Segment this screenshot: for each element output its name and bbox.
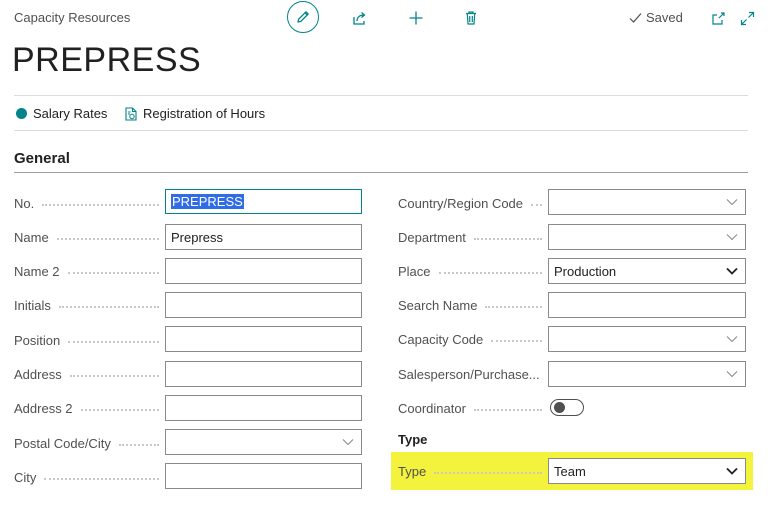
address-input[interactable]	[165, 361, 362, 387]
name-input[interactable]: Prepress	[165, 224, 362, 250]
plus-icon	[409, 11, 423, 25]
country-region-code-input[interactable]	[548, 189, 746, 215]
chevron-down-icon[interactable]	[342, 438, 354, 446]
no-value: PREPRESS	[171, 194, 244, 209]
type-select[interactable]: Team	[548, 458, 746, 484]
place-value: Production	[554, 263, 617, 279]
chevron-down-icon[interactable]	[726, 335, 738, 343]
coordinator-label: Coordinator	[398, 396, 548, 420]
capacity-code-input[interactable]	[548, 326, 746, 352]
address2-label: Address 2	[14, 396, 165, 420]
open-new-window-icon	[711, 11, 725, 25]
divider	[14, 130, 748, 131]
place-select[interactable]: Production	[548, 258, 746, 284]
department-input[interactable]	[548, 224, 746, 250]
trash-icon	[466, 11, 476, 25]
name-value: Prepress	[171, 229, 224, 245]
type-value: Team	[554, 463, 586, 479]
type-group-heading: Type	[398, 432, 428, 447]
salesperson-purchaser-label: Salesperson/Purchase...	[398, 366, 540, 382]
chevron-down-icon[interactable]	[726, 198, 738, 206]
toggle-knob	[554, 402, 565, 413]
registration-of-hours-label: Registration of Hours	[143, 106, 266, 121]
city-label: City	[14, 465, 165, 489]
coordinator-toggle[interactable]	[550, 399, 584, 416]
open-new-window-button[interactable]	[703, 4, 733, 32]
capacity-code-label: Capacity Code	[398, 327, 548, 351]
pencil-icon	[297, 11, 309, 23]
no-label: No.	[14, 191, 165, 215]
department-label: Department	[398, 225, 548, 249]
page-title: PREPRESS	[12, 41, 202, 79]
checkmark-icon	[629, 12, 642, 23]
save-status: Saved	[629, 10, 683, 25]
new-button[interactable]	[401, 4, 431, 32]
document-icon	[125, 106, 137, 121]
postal-code-city-input[interactable]	[165, 429, 362, 455]
initials-input[interactable]	[165, 292, 362, 318]
share-button[interactable]	[345, 4, 375, 32]
address2-input[interactable]	[165, 395, 362, 421]
delete-button[interactable]	[456, 4, 486, 32]
chevron-down-icon[interactable]	[726, 267, 738, 275]
chevron-down-icon[interactable]	[726, 233, 738, 241]
salary-rates-label: Salary Rates	[33, 106, 108, 121]
expand-icon	[740, 11, 754, 25]
postal-code-city-label: Postal Code/City	[14, 431, 165, 455]
saved-label: Saved	[646, 10, 683, 25]
search-name-input[interactable]	[548, 292, 746, 318]
country-region-code-label: Country/Region Code	[398, 191, 548, 215]
expand-button[interactable]	[732, 4, 762, 32]
chevron-down-icon[interactable]	[726, 467, 738, 475]
dot-icon	[16, 108, 27, 119]
breadcrumb[interactable]: Capacity Resources	[14, 10, 130, 25]
position-input[interactable]	[165, 326, 362, 352]
place-label: Place	[398, 259, 548, 283]
search-name-label: Search Name	[398, 293, 548, 317]
divider	[14, 95, 748, 96]
no-input[interactable]: PREPRESS	[165, 189, 362, 214]
edit-button[interactable]	[287, 1, 319, 33]
name2-input[interactable]	[165, 258, 362, 284]
section-general-title[interactable]: General	[14, 150, 70, 167]
initials-label: Initials	[14, 293, 165, 317]
registration-of-hours-action[interactable]: Registration of Hours	[125, 106, 265, 121]
salesperson-purchaser-input[interactable]	[548, 361, 746, 387]
chevron-down-icon[interactable]	[726, 370, 738, 378]
salary-rates-action[interactable]: Salary Rates	[16, 106, 107, 121]
type-label: Type	[398, 459, 548, 483]
share-icon	[353, 12, 366, 25]
name-label: Name	[14, 225, 165, 249]
name2-label: Name 2	[14, 259, 165, 283]
city-input[interactable]	[165, 463, 362, 489]
address-label: Address	[14, 362, 165, 386]
section-divider	[14, 172, 748, 173]
position-label: Position	[14, 328, 165, 352]
